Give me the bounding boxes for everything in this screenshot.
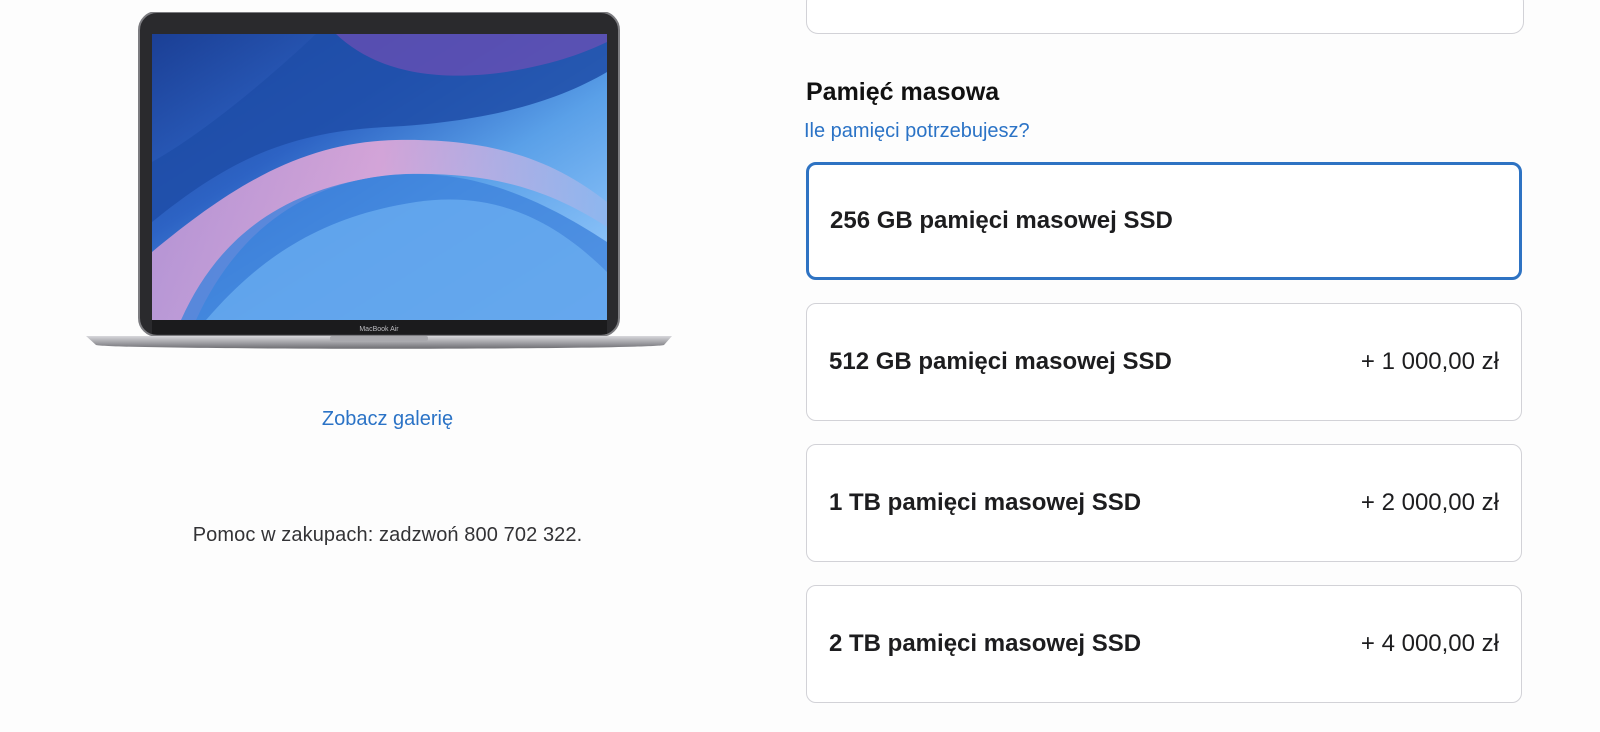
section-title: Pamięć masowa — [806, 78, 1000, 106]
option-price: + 4 000,00 zł — [1360, 630, 1499, 657]
storage-help-link[interactable]: Ile pamięci potrzebujesz? — [804, 120, 1030, 143]
storage-option-256gb[interactable]: 256 GB pamięci masowej SSD — [806, 162, 1522, 280]
storage-option-2tb[interactable]: 2 TB pamięci masowej SSD + 4 000,00 zł — [806, 585, 1522, 703]
product-column: MacBook Air Zobacz galerię Pomoc w zakup… — [0, 0, 775, 732]
laptop-screen-label: MacBook Air — [359, 326, 399, 333]
option-price: + 1 000,00 zł — [1360, 348, 1499, 375]
option-label: 1 TB pamięci masowej SSD — [829, 489, 1142, 516]
option-label: 256 GB pamięci masowej SSD — [830, 207, 1173, 234]
product-image: MacBook Air — [86, 12, 686, 362]
previous-option-card[interactable] — [806, 0, 1524, 34]
storage-option-1tb[interactable]: 1 TB pamięci masowej SSD + 2 000,00 zł — [806, 444, 1522, 562]
purchase-help-text: Pomoc w zakupach: zadzwoń 800 702 322. — [192, 524, 583, 546]
storage-section: Pamięć masowa Ile pamięci potrzebujesz? … — [804, 0, 1526, 732]
configurator-page: MacBook Air Zobacz galerię Pomoc w zakup… — [0, 0, 1600, 732]
option-label: 2 TB pamięci masowej SSD — [829, 630, 1142, 657]
gallery-link[interactable]: Zobacz galerię — [0, 408, 775, 431]
option-price: + 2 000,00 zł — [1360, 489, 1499, 516]
option-label: 512 GB pamięci masowej SSD — [829, 348, 1172, 375]
storage-option-512gb[interactable]: 512 GB pamięci masowej SSD + 1 000,00 zł — [806, 303, 1522, 421]
